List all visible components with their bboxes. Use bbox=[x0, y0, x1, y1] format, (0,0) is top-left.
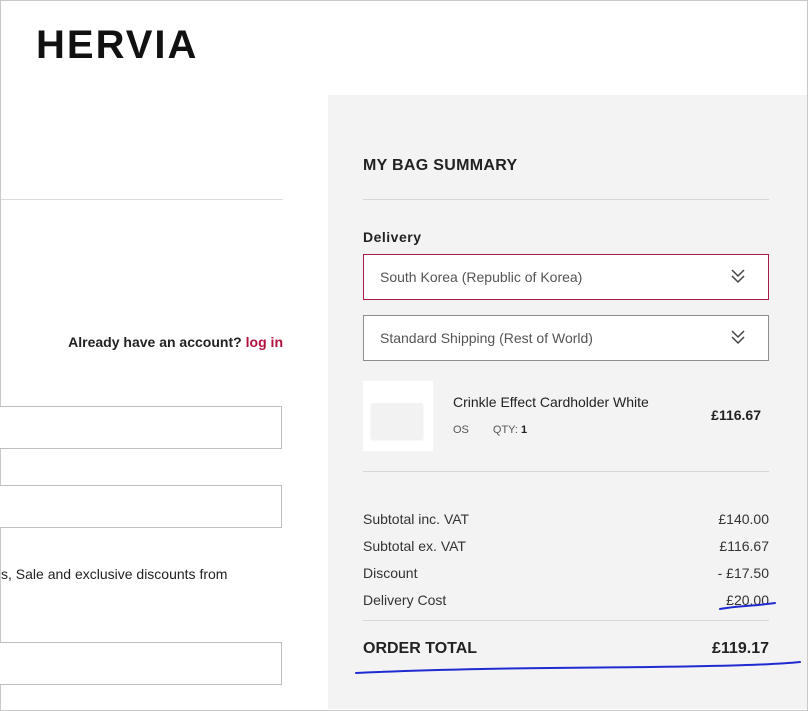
product-name[interactable]: Crinkle Effect Cardholder White bbox=[453, 394, 649, 410]
product-thumbnail[interactable] bbox=[363, 381, 433, 451]
shipping-select-value: Standard Shipping (Rest of World) bbox=[380, 330, 593, 346]
checkout-form-panel: Already have an account? log in s, Sale a… bbox=[0, 95, 328, 709]
row-value: - £17.50 bbox=[717, 565, 769, 581]
form-input-1[interactable] bbox=[0, 406, 282, 449]
row-label: Subtotal inc. VAT bbox=[363, 511, 470, 527]
row-value: £140.00 bbox=[718, 511, 769, 527]
delivery-label: Delivery bbox=[363, 229, 422, 245]
row-value: £116.67 bbox=[719, 538, 769, 554]
login-link[interactable]: log in bbox=[246, 334, 283, 350]
country-select[interactable]: South Korea (Republic of Korea) bbox=[363, 254, 769, 300]
divider bbox=[1, 199, 283, 200]
product-price: £116.67 bbox=[711, 407, 761, 423]
cardholder-image bbox=[371, 403, 423, 439]
row-label: Subtotal ex. VAT bbox=[363, 538, 466, 554]
login-prompt: Already have an account? log in bbox=[68, 334, 283, 350]
divider bbox=[363, 471, 769, 472]
country-select-value: South Korea (Republic of Korea) bbox=[380, 269, 583, 285]
form-input-2[interactable] bbox=[0, 485, 282, 528]
double-chevron-down-icon bbox=[731, 330, 745, 345]
login-prompt-text: Already have an account? bbox=[68, 334, 242, 350]
svg-text:HERVIA: HERVIA bbox=[36, 23, 198, 63]
order-total-label: ORDER TOTAL bbox=[363, 640, 478, 657]
hervia-logo[interactable]: HERVIA bbox=[36, 23, 216, 63]
newsletter-notice-text: s, Sale and exclusive discounts from bbox=[1, 566, 228, 582]
divider bbox=[363, 620, 769, 621]
product-qty-label: QTY: bbox=[492, 424, 518, 436]
bag-summary-title: MY BAG SUMMARY bbox=[363, 157, 518, 174]
product-qty-value: 1 bbox=[521, 424, 528, 436]
product-size: OS bbox=[453, 424, 469, 436]
order-total-value: £119.17 bbox=[712, 640, 769, 657]
row-label: Delivery Cost bbox=[363, 592, 447, 608]
shipping-method-select[interactable]: Standard Shipping (Rest of World) bbox=[363, 315, 769, 361]
row-label: Discount bbox=[363, 565, 418, 581]
product-meta: OS QTY: 1 bbox=[453, 424, 527, 436]
double-chevron-down-icon bbox=[731, 269, 745, 284]
row-value: £20.00 bbox=[726, 592, 769, 608]
site-header: HERVIA bbox=[1, 1, 807, 95]
bag-summary-panel: MY BAG SUMMARY Delivery South Korea (Rep… bbox=[328, 95, 807, 709]
form-input-3[interactable] bbox=[0, 642, 282, 685]
divider bbox=[363, 199, 769, 200]
